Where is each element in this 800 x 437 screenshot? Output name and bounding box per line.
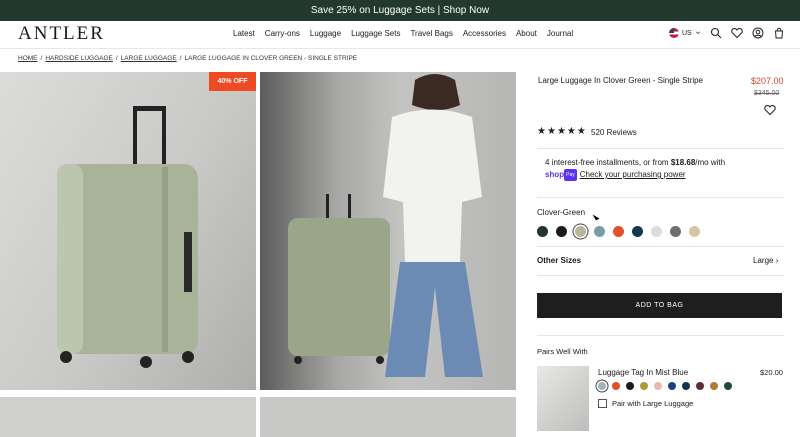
menu-item-journal[interactable]: Journal bbox=[547, 29, 573, 38]
product-image-2[interactable] bbox=[260, 72, 516, 390]
divider bbox=[537, 246, 784, 247]
color-swatch[interactable] bbox=[575, 226, 586, 237]
user-icon[interactable] bbox=[752, 27, 764, 39]
product-image-3[interactable] bbox=[0, 397, 256, 437]
pair-color-swatch[interactable] bbox=[696, 382, 704, 390]
breadcrumb-separator: / bbox=[115, 55, 118, 62]
shop-pay-logo: shop bbox=[545, 170, 565, 179]
header-divider bbox=[0, 48, 800, 49]
rating-stars[interactable]: ★ ★ ★ ★ ★ bbox=[537, 126, 586, 137]
product-image-1[interactable] bbox=[0, 72, 256, 390]
search-icon[interactable] bbox=[710, 27, 722, 39]
model-with-suitcase-illustration bbox=[288, 74, 483, 377]
sale-price: $207.00 bbox=[751, 76, 784, 86]
pair-color-swatch[interactable] bbox=[598, 382, 606, 390]
pair-checkbox-label: Pair with Large Luggage bbox=[612, 399, 694, 408]
menu-item-luggage[interactable]: Luggage bbox=[310, 29, 341, 38]
color-swatch[interactable] bbox=[670, 226, 681, 237]
pair-color-swatch[interactable] bbox=[612, 382, 620, 390]
brand-logo[interactable]: ANTLER bbox=[18, 23, 105, 45]
region-label: US bbox=[682, 29, 692, 37]
color-swatch[interactable] bbox=[632, 226, 643, 237]
pair-color-swatch[interactable] bbox=[710, 382, 718, 390]
pair-color-swatch[interactable] bbox=[626, 382, 634, 390]
divider bbox=[537, 335, 784, 336]
pair-color-swatch[interactable] bbox=[668, 382, 676, 390]
add-to-bag-button[interactable]: ADD TO BAG bbox=[537, 293, 782, 318]
menu-item-about[interactable]: About bbox=[516, 29, 537, 38]
installments-info: 4 interest-free installments, or from $1… bbox=[545, 157, 725, 181]
divider bbox=[537, 197, 784, 198]
wishlist-heart-icon[interactable] bbox=[764, 104, 776, 116]
star-icon: ★ bbox=[566, 126, 576, 137]
reviews-link[interactable]: 520 Reviews bbox=[591, 128, 637, 137]
product-title: Large Luggage In Clover Green - Single S… bbox=[538, 76, 703, 85]
discount-badge: 40% OFF bbox=[209, 72, 256, 91]
divider bbox=[537, 275, 784, 276]
breadcrumb-current: LARGE LUGGAGE IN CLOVER GREEN - SINGLE S… bbox=[184, 55, 358, 62]
divider bbox=[537, 148, 784, 149]
menu-item-accessories[interactable]: Accessories bbox=[463, 29, 506, 38]
pair-item-price: $20.00 bbox=[760, 368, 783, 377]
star-icon: ★ bbox=[556, 126, 566, 137]
other-sizes-label[interactable]: Other Sizes bbox=[537, 256, 581, 265]
menu-item-luggage-sets[interactable]: Luggage Sets bbox=[351, 29, 400, 38]
other-sizes-value[interactable]: Large › bbox=[753, 256, 778, 265]
purchasing-power-link[interactable]: Check your purchasing power bbox=[580, 170, 686, 179]
color-swatch[interactable] bbox=[537, 226, 548, 237]
pairs-heading: Pairs Well With bbox=[537, 347, 588, 356]
color-swatch[interactable] bbox=[556, 226, 567, 237]
us-flag-icon bbox=[669, 28, 679, 38]
installments-suffix: /mo with bbox=[695, 158, 726, 167]
breadcrumb-separator: / bbox=[179, 55, 182, 62]
installments-text: 4 interest-free installments, or from bbox=[545, 158, 671, 167]
main-menu: Latest Carry-ons Luggage Luggage Sets Tr… bbox=[233, 29, 573, 38]
color-swatch[interactable] bbox=[689, 226, 700, 237]
region-selector[interactable]: US bbox=[669, 28, 701, 38]
pair-color-swatch[interactable] bbox=[682, 382, 690, 390]
pair-color-swatch[interactable] bbox=[640, 382, 648, 390]
menu-item-travel-bags[interactable]: Travel Bags bbox=[410, 29, 452, 38]
pair-item-title[interactable]: Luggage Tag In Mist Blue bbox=[598, 368, 688, 377]
pair-color-swatch[interactable] bbox=[724, 382, 732, 390]
star-icon: ★ bbox=[546, 126, 556, 137]
chevron-down-icon bbox=[695, 31, 700, 35]
color-swatches bbox=[537, 226, 700, 237]
color-label: Clover-Green bbox=[537, 208, 586, 217]
pair-checkbox[interactable] bbox=[598, 399, 607, 408]
breadcrumb-separator: / bbox=[40, 55, 43, 62]
breadcrumb: HOME / HARDSIDE LUGGAGE / LARGE LUGGAGE / L… bbox=[18, 55, 357, 62]
heart-icon[interactable] bbox=[731, 27, 743, 39]
color-swatch[interactable] bbox=[613, 226, 624, 237]
breadcrumb-home[interactable]: HOME bbox=[18, 55, 38, 62]
promo-text[interactable]: Save 25% on Luggage Sets | Shop Now bbox=[311, 5, 489, 16]
mouse-cursor-icon bbox=[592, 212, 600, 221]
menu-item-latest[interactable]: Latest bbox=[233, 29, 255, 38]
breadcrumb-large-luggage[interactable]: LARGE LUGGAGE bbox=[121, 55, 177, 62]
luggage-tag-thumbnail[interactable] bbox=[537, 366, 589, 431]
header: ANTLER Latest Carry-ons Luggage Luggage … bbox=[0, 21, 800, 48]
star-icon: ★ bbox=[537, 126, 546, 137]
pair-color-swatch[interactable] bbox=[654, 382, 662, 390]
breadcrumb-hardside[interactable]: HARDSIDE LUGGAGE bbox=[45, 55, 113, 62]
installment-amount: $18.68 bbox=[670, 158, 696, 167]
star-icon: ★ bbox=[576, 126, 586, 137]
menu-item-carry-ons[interactable]: Carry-ons bbox=[265, 29, 300, 38]
pair-option[interactable]: Pair with Large Luggage bbox=[598, 399, 693, 408]
color-swatch[interactable] bbox=[651, 226, 662, 237]
color-swatch[interactable] bbox=[594, 226, 605, 237]
original-price: $345.00 bbox=[754, 90, 780, 97]
shop-pay-badge: Pay bbox=[564, 169, 577, 181]
product-image-4[interactable] bbox=[260, 397, 516, 437]
bag-icon[interactable] bbox=[773, 27, 785, 39]
header-actions: US bbox=[669, 27, 785, 39]
size-value: Large bbox=[753, 256, 774, 265]
chevron-right-icon: › bbox=[775, 256, 779, 265]
suitcase-illustration bbox=[57, 106, 198, 368]
promo-banner[interactable]: Save 25% on Luggage Sets | Shop Now bbox=[0, 0, 800, 21]
pair-item-swatches bbox=[598, 382, 732, 390]
